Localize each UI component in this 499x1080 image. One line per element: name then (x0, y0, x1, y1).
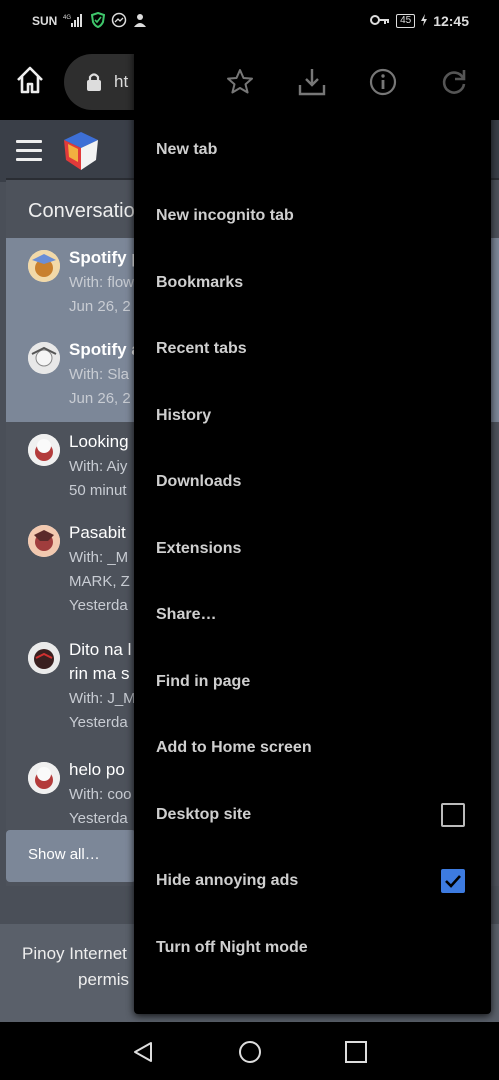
menu-item-label: Share… (156, 606, 217, 623)
charging-icon (421, 13, 428, 29)
conversation-title: Spotify p (69, 248, 142, 267)
conversation-date: Jun 26, 2 (69, 298, 131, 315)
conversation-title: Spotify a (69, 340, 141, 359)
system-nav-bar (0, 1022, 499, 1080)
footer-line-2: permis (78, 970, 130, 989)
menu-item-new-incognito-tab[interactable]: New incognito tab (134, 183, 491, 249)
menu-item-turn-off-night-mode[interactable]: Turn off Night mode (134, 915, 491, 981)
person-icon (133, 12, 149, 31)
conversation-date: Jun 26, 2 (69, 390, 131, 407)
conversation-participants: With: J_M (69, 690, 136, 707)
menu-item-recent-tabs[interactable]: Recent tabs (134, 316, 491, 382)
recents-button[interactable] (344, 1040, 368, 1064)
menu-item-label: Bookmarks (156, 274, 244, 291)
star-icon (227, 69, 253, 94)
show-all-button[interactable]: Show all… (6, 830, 136, 882)
url-text: ht (114, 72, 129, 91)
menu-item-desktop-site[interactable]: Desktop site (134, 782, 491, 848)
menu-item-label: Downloads (156, 473, 242, 490)
panel-title: Conversatio (28, 200, 135, 222)
hamburger-menu-icon[interactable] (16, 140, 42, 161)
desktop-site-checkbox[interactable] (441, 803, 465, 827)
conversation-participants: With: Aiy (69, 458, 128, 475)
key-icon (370, 14, 390, 29)
menu-item-hide-annoying-ads[interactable]: Hide annoying ads (134, 848, 491, 914)
signal-icon: 4G (63, 13, 85, 30)
lock-icon (87, 73, 101, 91)
avatar (28, 525, 60, 557)
footer-line-1: Pinoy Internet (22, 944, 127, 963)
messenger-icon (111, 12, 127, 31)
conversation-participants: With: flow (69, 274, 135, 291)
home-nav-button[interactable] (238, 1040, 262, 1064)
browser-overflow-menu: New tab New incognito tab Bookmarks Rece… (134, 48, 491, 1014)
menu-item-label: New tab (156, 141, 218, 158)
menu-icon-row (134, 48, 491, 118)
conversation-participants: With: coo (69, 786, 132, 803)
conversation-title: helo po (69, 760, 125, 779)
menu-item-label: New incognito tab (156, 207, 294, 224)
battery-icon: 45 (396, 14, 416, 28)
menu-item-label: Hide annoying ads (156, 872, 299, 889)
reload-button[interactable] (438, 66, 472, 100)
conversation-date: 50 minut (69, 482, 127, 499)
menu-item-bookmarks[interactable]: Bookmarks (134, 250, 491, 316)
hide-ads-checkbox[interactable] (441, 869, 465, 893)
clock: 12:45 (433, 13, 469, 29)
back-icon (134, 1042, 152, 1062)
menu-item-label: Find in page (156, 673, 251, 690)
carrier-label: SUN (32, 14, 58, 28)
home-icon (17, 66, 43, 94)
avatar (28, 762, 60, 794)
status-right: 45 12:45 (370, 13, 469, 29)
conversation-title-line2: rin ma s (69, 664, 130, 683)
avatar (28, 642, 60, 674)
menu-item-downloads[interactable]: Downloads (134, 449, 491, 515)
network-label: 4G (63, 15, 71, 21)
conversation-title: Dito na l (69, 640, 132, 659)
conversation-participants: With: _M (69, 549, 129, 566)
menu-item-label: Recent tabs (156, 340, 247, 357)
info-icon (369, 68, 397, 96)
shield-icon (91, 11, 106, 31)
download-icon (298, 69, 326, 96)
conversation-title: Looking (69, 432, 129, 451)
menu-item-label: History (156, 407, 212, 424)
menu-item-label: Extensions (156, 540, 242, 557)
menu-item-label: Add to Home screen (156, 739, 312, 756)
back-button[interactable] (131, 1040, 155, 1064)
refresh-icon (442, 70, 466, 94)
menu-item-history[interactable]: History (134, 383, 491, 449)
checkmark-icon (445, 875, 461, 888)
status-bar: SUN 4G 45 12:45 (0, 0, 499, 42)
avatar (28, 434, 60, 466)
home-circle-icon (239, 1041, 261, 1063)
conversation-date: Yesterda (69, 810, 128, 827)
menu-item-add-to-home-screen[interactable]: Add to Home screen (134, 715, 491, 781)
menu-item-label: Turn off Night mode (156, 939, 308, 956)
conversation-participants-more: MARK, Z (69, 573, 130, 590)
menu-item-label: Desktop site (156, 806, 252, 823)
home-button[interactable] (14, 64, 54, 100)
page-info-button[interactable] (367, 66, 401, 100)
conversation-date: Yesterda (69, 714, 128, 731)
download-page-button[interactable] (296, 66, 330, 100)
conversation-title: Pasabit (69, 523, 126, 542)
recents-icon (345, 1041, 367, 1063)
site-logo[interactable] (58, 128, 104, 174)
conversation-date: Yesterda (69, 597, 128, 614)
avatar (28, 342, 60, 374)
menu-item-extensions[interactable]: Extensions (134, 516, 491, 582)
conversation-participants: With: Sla (69, 366, 130, 383)
menu-item-new-tab[interactable]: New tab (134, 117, 491, 183)
bookmark-star-button[interactable] (224, 66, 258, 100)
menu-item-share[interactable]: Share… (134, 582, 491, 648)
show-all-label: Show all… (28, 846, 100, 863)
menu-item-find-in-page[interactable]: Find in page (134, 649, 491, 715)
avatar (28, 250, 60, 282)
status-left: SUN 4G (32, 11, 149, 31)
